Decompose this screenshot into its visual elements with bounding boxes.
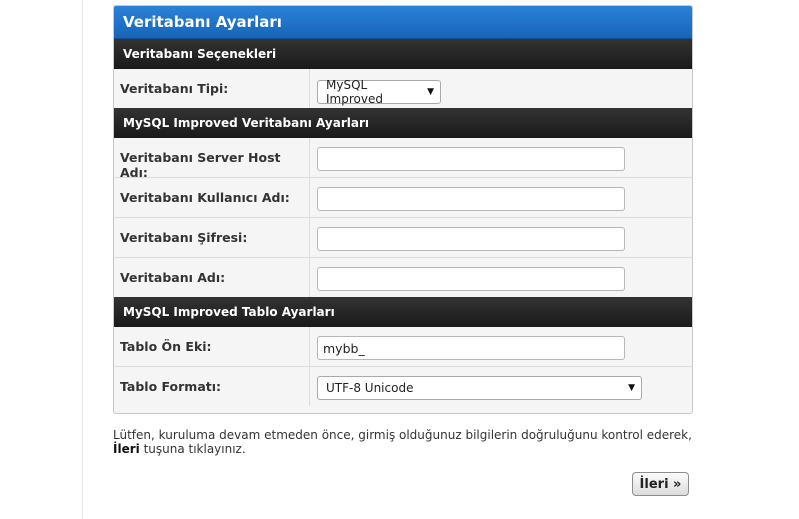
dbname-input[interactable] [317, 267, 625, 291]
prefix-input[interactable] [317, 336, 625, 360]
form-row-format: Tablo Formatı: UTF-8 Unicode ▼ [114, 366, 692, 406]
form-row-password: Veritabanı Şifresi: [114, 217, 692, 257]
format-label: Tablo Formatı: [114, 367, 310, 406]
db-type-select[interactable]: MySQL Improved ▼ [317, 78, 441, 106]
db-type-selected-value: MySQL Improved [326, 78, 383, 106]
section-header-mysql-table: MySQL Improved Tablo Ayarları [114, 297, 692, 327]
form-row-db-type: Veritabanı Tipi: MySQL Improved ▼ [114, 69, 692, 108]
note-text-bold: İleri [113, 442, 140, 456]
user-label: Veritabanı Kullanıcı Adı: [114, 178, 310, 217]
password-input[interactable] [317, 227, 625, 251]
form-row-dbname: Veritabanı Adı: [114, 257, 692, 297]
db-type-label: Veritabanı Tipi: [114, 69, 310, 108]
page-divider [82, 0, 83, 519]
chevron-down-icon: ▼ [427, 87, 434, 97]
panel-title: Veritabanı Ayarları [114, 6, 692, 39]
section-header-db-options: Veritabanı Seçenekleri [114, 39, 692, 69]
next-button[interactable]: İleri » [632, 472, 689, 496]
host-input[interactable] [317, 147, 625, 171]
section-header-mysql-db: MySQL Improved Veritabanı Ayarları [114, 108, 692, 138]
host-label: Veritabanı Server Host Adı: [114, 138, 310, 180]
instruction-note: Lütfen, kuruluma devam etmeden önce, gir… [113, 428, 693, 456]
password-label: Veritabanı Şifresi: [114, 218, 310, 257]
prefix-label: Tablo Ön Eki: [114, 327, 310, 366]
format-select[interactable]: UTF-8 Unicode ▼ [317, 376, 642, 400]
note-text-after: tuşuna tıklayınız. [139, 442, 246, 456]
format-selected-value: UTF-8 Unicode [326, 381, 414, 395]
form-row-user: Veritabanı Kullanıcı Adı: [114, 177, 692, 217]
form-row-host: Veritabanı Server Host Adı: [114, 138, 692, 180]
database-settings-panel: Veritabanı Ayarları Veritabanı Seçenekle… [113, 5, 693, 414]
user-input[interactable] [317, 187, 625, 211]
chevron-down-icon: ▼ [628, 383, 635, 393]
dbname-label: Veritabanı Adı: [114, 258, 310, 297]
form-row-prefix: Tablo Ön Eki: [114, 327, 692, 366]
note-text-before: Lütfen, kuruluma devam etmeden önce, gir… [113, 428, 692, 442]
